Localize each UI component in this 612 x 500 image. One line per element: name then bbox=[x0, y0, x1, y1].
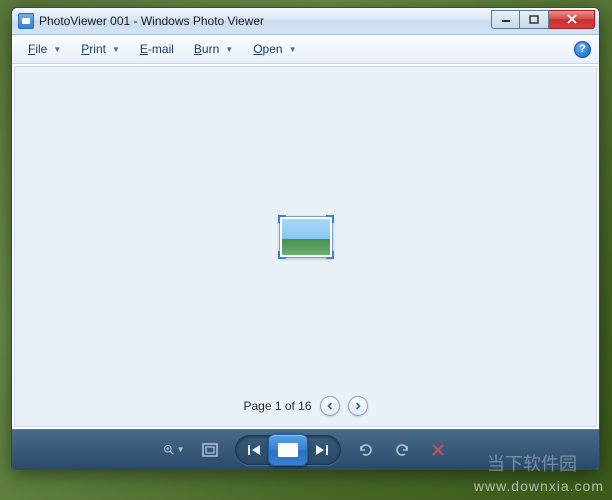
chevron-down-icon: ▼ bbox=[112, 45, 120, 54]
menu-email[interactable]: E-mail bbox=[132, 39, 182, 59]
maximize-button[interactable] bbox=[520, 10, 549, 29]
delete-button[interactable] bbox=[427, 439, 449, 461]
menu-burn-label: Burn bbox=[194, 42, 219, 56]
crop-corner-icon bbox=[326, 215, 334, 223]
rotate-cw-button[interactable] bbox=[391, 439, 413, 461]
image-thumbnail[interactable] bbox=[279, 216, 333, 258]
menu-email-label: E-mail bbox=[140, 42, 174, 56]
help-button[interactable]: ? bbox=[574, 41, 591, 58]
slideshow-button[interactable] bbox=[268, 434, 308, 466]
image-viewport: Page 1 of 16 bbox=[14, 66, 597, 427]
titlebar[interactable]: PhotoViewer 001 - Windows Photo Viewer bbox=[12, 8, 599, 35]
menu-burn[interactable]: Burn ▼ bbox=[186, 39, 241, 59]
slideshow-icon bbox=[278, 443, 298, 457]
app-window: PhotoViewer 001 - Windows Photo Viewer F… bbox=[11, 7, 600, 470]
zoom-button[interactable]: ▼ bbox=[163, 439, 185, 461]
menu-open[interactable]: Open ▼ bbox=[245, 39, 304, 59]
crop-corner-icon bbox=[326, 251, 334, 259]
previous-image-button[interactable] bbox=[240, 437, 268, 463]
app-icon bbox=[18, 13, 34, 29]
navigation-cluster bbox=[235, 435, 341, 465]
rotate-ccw-button[interactable] bbox=[355, 439, 377, 461]
thumbnail-preview bbox=[282, 219, 330, 255]
window-title: PhotoViewer 001 - Windows Photo Viewer bbox=[39, 14, 491, 28]
close-button[interactable] bbox=[549, 10, 595, 29]
watermark-text: 当下软件园 bbox=[487, 450, 577, 476]
menu-print-label: Print bbox=[81, 42, 106, 56]
menu-file[interactable]: File ▼ bbox=[20, 39, 69, 59]
chevron-down-icon: ▼ bbox=[289, 45, 297, 54]
page-indicator: Page 1 of 16 bbox=[243, 399, 311, 413]
pager: Page 1 of 16 bbox=[243, 396, 367, 416]
crop-corner-icon bbox=[278, 251, 286, 259]
chevron-down-icon: ▼ bbox=[177, 445, 185, 454]
fit-window-button[interactable] bbox=[199, 439, 221, 461]
menubar: File ▼ Print ▼ E-mail Burn ▼ Open ▼ ? bbox=[12, 35, 599, 64]
prev-page-button[interactable] bbox=[320, 396, 340, 416]
menu-file-label: File bbox=[28, 42, 47, 56]
chevron-down-icon: ▼ bbox=[53, 45, 61, 54]
crop-corner-icon bbox=[278, 215, 286, 223]
next-page-button[interactable] bbox=[348, 396, 368, 416]
watermark-url: www.downxia.com bbox=[474, 478, 604, 494]
menu-print[interactable]: Print ▼ bbox=[73, 39, 128, 59]
menu-open-label: Open bbox=[253, 42, 282, 56]
chevron-down-icon: ▼ bbox=[225, 45, 233, 54]
window-controls bbox=[491, 10, 595, 29]
next-image-button[interactable] bbox=[308, 437, 336, 463]
minimize-button[interactable] bbox=[491, 10, 520, 29]
